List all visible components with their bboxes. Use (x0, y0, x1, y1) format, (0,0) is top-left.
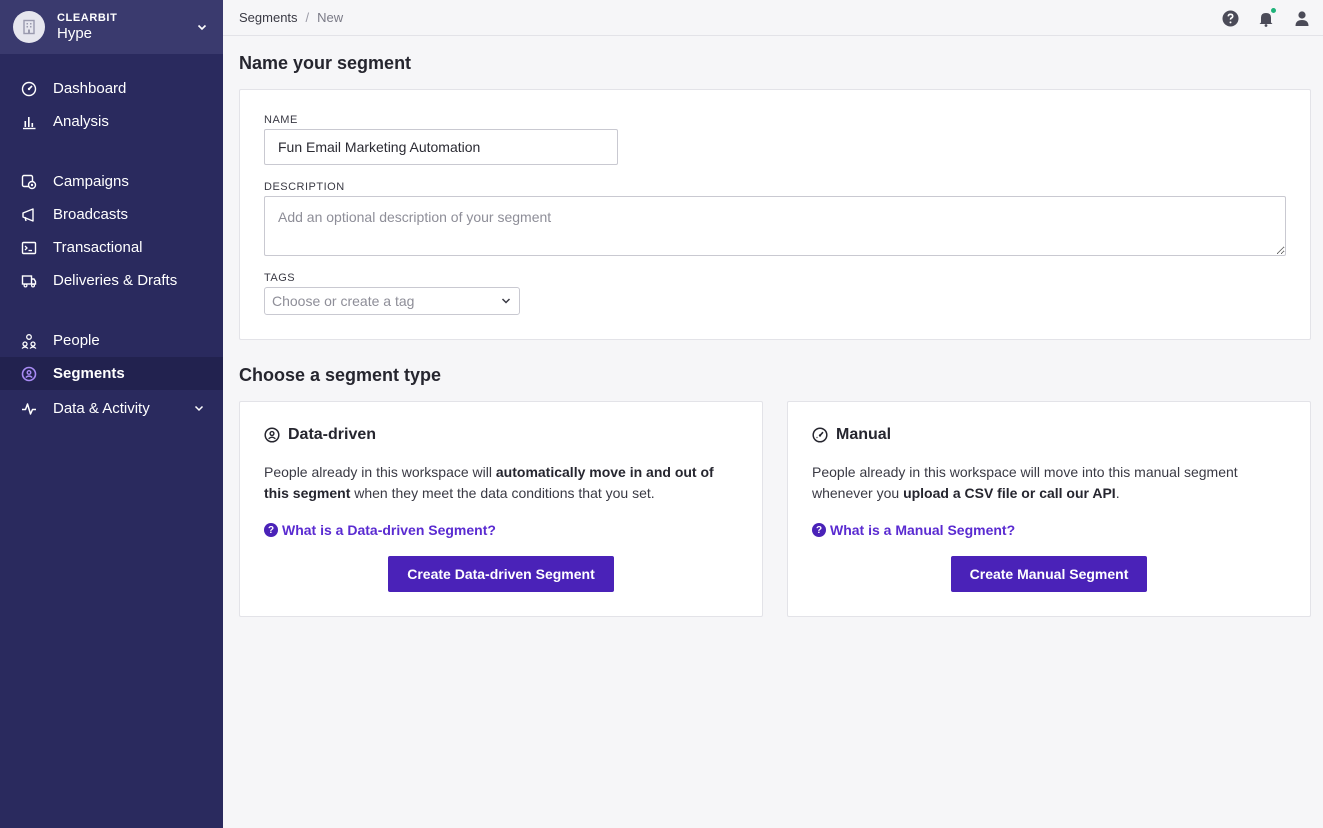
segments-icon (264, 427, 280, 443)
page-title: Name your segment (239, 53, 412, 73)
sidebar-item-label: Deliveries & Drafts (53, 272, 178, 289)
manual-title: Manual (812, 426, 891, 444)
gauge-icon (812, 427, 828, 443)
description-field[interactable] (264, 196, 1286, 256)
sidebar-item-campaigns[interactable]: Campaigns (0, 165, 223, 198)
question-icon: ? (812, 523, 826, 537)
people-icon (20, 332, 38, 350)
sidebar-item-data-activity[interactable]: Data & Activity (0, 392, 223, 425)
workspace-name: Hype (57, 24, 93, 42)
manual-help-link[interactable]: ? What is a Manual Segment? (812, 522, 1015, 538)
chevron-down-icon (501, 298, 511, 304)
manual-description: People already in this workspace will mo… (812, 462, 1290, 504)
manual-help-link-text: What is a Manual Segment? (830, 522, 1016, 538)
manual-desc-part2: . (1115, 485, 1120, 501)
description-label: DESCRIPTION (264, 181, 345, 193)
bar-chart-icon (20, 113, 38, 131)
create-manual-segment-button[interactable]: Create Manual Segment (951, 556, 1147, 592)
nav-spacer (0, 54, 223, 72)
sidebar-nav: Dashboard Analysis Campaigns Broadcasts … (0, 54, 223, 425)
sidebar-item-label: Segments (53, 365, 125, 382)
nav-spacer (0, 297, 223, 324)
sidebar-item-segments[interactable]: Segments (0, 357, 223, 390)
sidebar-item-label: Transactional (53, 239, 143, 256)
data-driven-title: Data-driven (264, 426, 376, 444)
tags-select[interactable]: Choose or create a tag (264, 287, 520, 315)
sidebar-item-label: People (53, 332, 100, 349)
sidebar-item-people[interactable]: People (0, 324, 223, 357)
data-driven-help-link-text: What is a Data-driven Segment? (282, 522, 496, 538)
gauge-icon (20, 80, 38, 98)
nav-spacer (0, 138, 223, 165)
terminal-icon (20, 239, 38, 257)
manual-desc-bold: upload a CSV file or call our API (903, 485, 1116, 501)
top-icons (1221, 7, 1311, 27)
sidebar-item-label: Analysis (53, 113, 109, 130)
tags-placeholder: Choose or create a tag (272, 293, 415, 309)
campaigns-icon (20, 173, 38, 191)
breadcrumb-separator: / (305, 10, 310, 25)
sidebar-item-dashboard[interactable]: Dashboard (0, 72, 223, 105)
sidebar-item-transactional[interactable]: Transactional (0, 231, 223, 264)
segment-details-card: NAME DESCRIPTION TAGS Choose or create a… (239, 89, 1311, 340)
notification-dot (1270, 7, 1277, 14)
data-driven-desc-part2: when they meet the data conditions that … (350, 485, 655, 501)
top-bar: Segments / New (223, 0, 1323, 36)
breadcrumb-parent[interactable]: Segments (239, 10, 298, 25)
question-icon: ? (264, 523, 278, 537)
deliveries-icon (20, 272, 38, 290)
tags-label: TAGS (264, 272, 296, 284)
sidebar-item-broadcasts[interactable]: Broadcasts (0, 198, 223, 231)
bell-icon[interactable] (1257, 7, 1277, 27)
breadcrumb-current: New (317, 10, 344, 25)
sidebar: CLEARBIT Hype Dashboard Analysis Campaig… (0, 0, 223, 828)
sidebar-item-label: Data & Activity (53, 400, 150, 417)
data-driven-description: People already in this workspace will au… (264, 462, 742, 504)
megaphone-icon (20, 206, 38, 224)
sidebar-item-label: Campaigns (53, 173, 129, 190)
workspace-org: CLEARBIT (57, 11, 118, 24)
name-label: NAME (264, 114, 298, 126)
segments-icon (20, 365, 38, 383)
sidebar-item-label: Dashboard (53, 80, 127, 97)
chevron-down-icon (197, 24, 207, 31)
manual-card: Manual People already in this workspace … (787, 401, 1311, 617)
activity-icon (20, 400, 38, 418)
building-icon (13, 11, 45, 43)
help-icon[interactable] (1221, 9, 1239, 27)
name-field[interactable] (264, 129, 618, 165)
data-driven-help-link[interactable]: ? What is a Data-driven Segment? (264, 522, 496, 538)
create-data-driven-segment-button[interactable]: Create Data-driven Segment (388, 556, 614, 592)
breadcrumb: Segments / New (239, 10, 343, 25)
sidebar-item-label: Broadcasts (53, 206, 129, 223)
chevron-down-icon (194, 405, 204, 412)
data-driven-card: Data-driven People already in this works… (239, 401, 763, 617)
workspace-switcher[interactable]: CLEARBIT Hype (0, 0, 223, 54)
sidebar-item-analysis[interactable]: Analysis (0, 105, 223, 138)
sidebar-item-deliveries[interactable]: Deliveries & Drafts (0, 264, 223, 297)
user-icon[interactable] (1293, 9, 1311, 27)
segment-type-heading: Choose a segment type (239, 365, 442, 385)
data-driven-title-text: Data-driven (288, 426, 377, 443)
manual-title-text: Manual (836, 426, 892, 443)
data-driven-desc-part1: People already in this workspace will (264, 464, 496, 480)
